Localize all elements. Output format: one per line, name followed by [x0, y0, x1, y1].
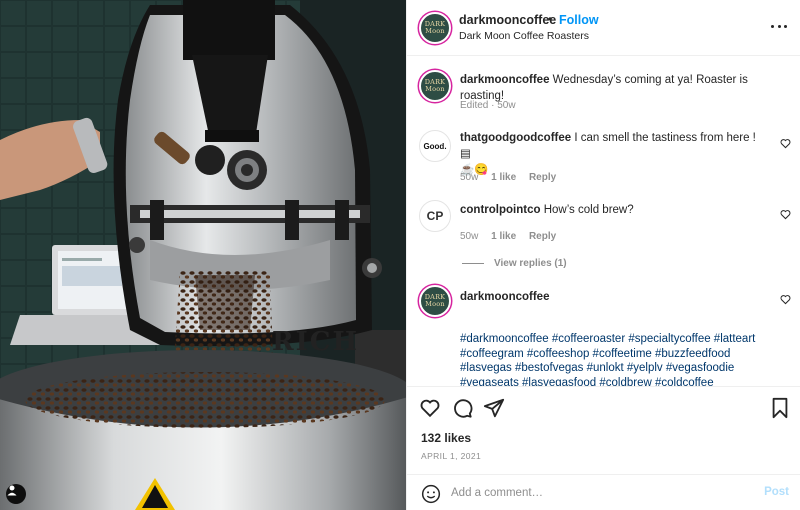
avatar-text-bottom: Moon	[425, 27, 445, 35]
comment-text: darkmooncoffee	[460, 289, 761, 305]
post-date[interactable]: APRIL 1, 2021	[421, 451, 481, 461]
post-button[interactable]: Post	[764, 486, 789, 498]
avatar-text-bottom: Moon	[425, 300, 445, 308]
post-details-panel: DARK Moon darkmooncoffee • Follow Dark M…	[406, 0, 800, 510]
replies-divider	[462, 262, 484, 264]
comments-list[interactable]: DARK Moon darkmooncoffee Wednesday’s com…	[407, 56, 800, 386]
username-link[interactable]: darkmooncoffee	[459, 13, 556, 27]
comment-meta: 50w 1 like Reply	[460, 231, 556, 242]
avatar-text: Good.	[423, 141, 447, 151]
heart-icon[interactable]	[419, 397, 441, 419]
location-subtitle[interactable]: Dark Moon Coffee Roasters	[459, 30, 589, 42]
comment-username[interactable]: thatgoodgoodcoffee	[460, 132, 571, 144]
avatar[interactable]: DARK Moon	[419, 70, 451, 102]
view-replies-button[interactable]: View replies (1)	[462, 258, 567, 269]
emoji-icon[interactable]	[421, 484, 441, 504]
view-replies-label: View replies (1)	[494, 258, 567, 269]
likes-count[interactable]: 132 likes	[421, 431, 471, 445]
comment-text: controlpointco How’s cold brew?	[460, 202, 761, 218]
post-header: DARK Moon darkmooncoffee • Follow Dark M…	[407, 0, 800, 56]
separator-dot: •	[548, 12, 553, 26]
comment-meta: 50w 1 like Reply	[460, 172, 556, 183]
hashtag-list[interactable]: #darkmooncoffee #coffeeroaster #specialt…	[460, 332, 781, 386]
avatar-text-bottom: Moon	[425, 85, 445, 93]
more-icon[interactable]	[771, 20, 787, 32]
avatar[interactable]: CP	[419, 200, 451, 232]
comment-likes[interactable]: 1 like	[491, 172, 516, 183]
avatar[interactable]: DARK Moon	[419, 12, 451, 44]
add-comment-bar: Post	[407, 474, 800, 510]
reply-button[interactable]: Reply	[529, 172, 556, 183]
bookmark-icon[interactable]	[770, 397, 790, 419]
coffee-roaster-illustration: RICH	[0, 0, 406, 510]
comment-likes[interactable]: 1 like	[491, 231, 516, 242]
comment-icon[interactable]	[451, 397, 473, 419]
comment-username[interactable]: controlpointco	[460, 204, 541, 216]
post-photo: RICH	[0, 0, 406, 510]
comment-body: How’s cold brew?	[543, 204, 634, 216]
avatar-text: CP	[426, 209, 444, 223]
avatar[interactable]: DARK Moon	[419, 285, 451, 317]
comment-text: thatgoodgoodcoffee I can smell the tasti…	[460, 130, 761, 178]
avatar[interactable]: Good.	[419, 130, 451, 162]
reply-button[interactable]: Reply	[529, 231, 556, 242]
comment-input[interactable]	[451, 483, 751, 503]
share-icon[interactable]	[483, 397, 505, 419]
user-tag-icon[interactable]	[6, 484, 26, 504]
action-bar: 132 likes APRIL 1, 2021	[407, 386, 800, 474]
heart-icon[interactable]	[780, 209, 791, 220]
heart-icon[interactable]	[780, 294, 791, 305]
comment-time: 50w	[460, 172, 479, 183]
caption-meta: Edited · 50w	[460, 100, 516, 111]
follow-button[interactable]: Follow	[559, 13, 599, 27]
comment-time: 50w	[460, 231, 479, 242]
heart-icon[interactable]	[780, 138, 791, 149]
caption-username[interactable]: darkmooncoffee	[460, 74, 549, 86]
comment-username[interactable]: darkmooncoffee	[460, 291, 549, 303]
machine-label: RICH	[272, 327, 359, 357]
